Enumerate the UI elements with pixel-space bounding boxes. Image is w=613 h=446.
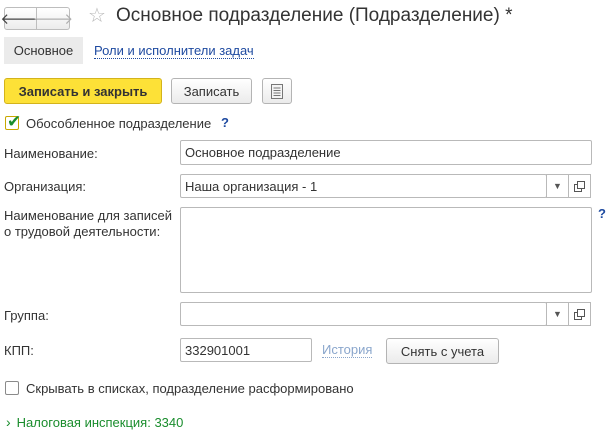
tax-inspection-group-toggle[interactable]: › Налоговая инспекция: 3340 (6, 414, 183, 430)
kpp-field[interactable]: 332901001 (180, 338, 312, 362)
arrow-right-icon: 🡒 (32, 11, 74, 28)
chevron-right-icon: › (6, 414, 11, 430)
labor-name-field[interactable] (180, 207, 592, 293)
hide-in-lists-checkbox[interactable] (5, 381, 19, 395)
name-field[interactable]: Основное подразделение (180, 140, 592, 165)
page-title: Основное подразделение (Подразделение) * (116, 5, 513, 26)
group-dropdown-button[interactable]: ▼ (546, 302, 569, 326)
labor-name-label-line2: о трудовой деятельности: (4, 224, 161, 239)
separate-division-checkbox[interactable]: ✔ (5, 112, 21, 131)
kpp-history-link[interactable]: История (322, 342, 373, 358)
chevron-down-icon: ▼ (553, 309, 562, 319)
checkmark-icon: ✔ (7, 112, 22, 131)
open-window-icon (574, 180, 585, 192)
deregister-button[interactable]: Снять с учета (386, 338, 499, 364)
tab-roles[interactable]: Роли и исполнители задач (94, 43, 254, 59)
save-and-close-button[interactable]: Записать и закрыть (4, 78, 162, 104)
document-list-icon (271, 83, 283, 99)
tax-inspection-label: Налоговая инспекция: 3340 (16, 414, 184, 430)
forward-button[interactable]: 🡒 (33, 7, 73, 30)
favorite-star-icon[interactable]: ☆ (88, 5, 106, 27)
more-actions-button[interactable] (262, 78, 292, 104)
labor-name-label-line1: Наименование для записей (4, 208, 173, 223)
group-label: Группа: (4, 308, 49, 323)
separate-division-label: Обособленное подразделение (26, 116, 212, 131)
organization-field[interactable]: Наша организация - 1 (180, 174, 547, 198)
name-label: Наименование: (4, 146, 98, 161)
kpp-label: КПП: (4, 343, 34, 358)
labor-name-help-icon[interactable]: ? (598, 206, 606, 221)
tab-main[interactable]: Основное (4, 37, 83, 64)
organization-dropdown-button[interactable]: ▼ (546, 174, 569, 198)
group-open-button[interactable] (568, 302, 591, 326)
organization-open-button[interactable] (568, 174, 591, 198)
organization-label: Организация: (4, 179, 87, 194)
hide-in-lists-label: Скрывать в списках, подразделение расфор… (26, 381, 354, 396)
chevron-down-icon: ▼ (553, 181, 562, 191)
separate-division-help-icon[interactable]: ? (221, 115, 229, 130)
open-window-icon (574, 308, 585, 320)
save-button[interactable]: Записать (171, 78, 252, 104)
group-field[interactable] (180, 302, 547, 326)
